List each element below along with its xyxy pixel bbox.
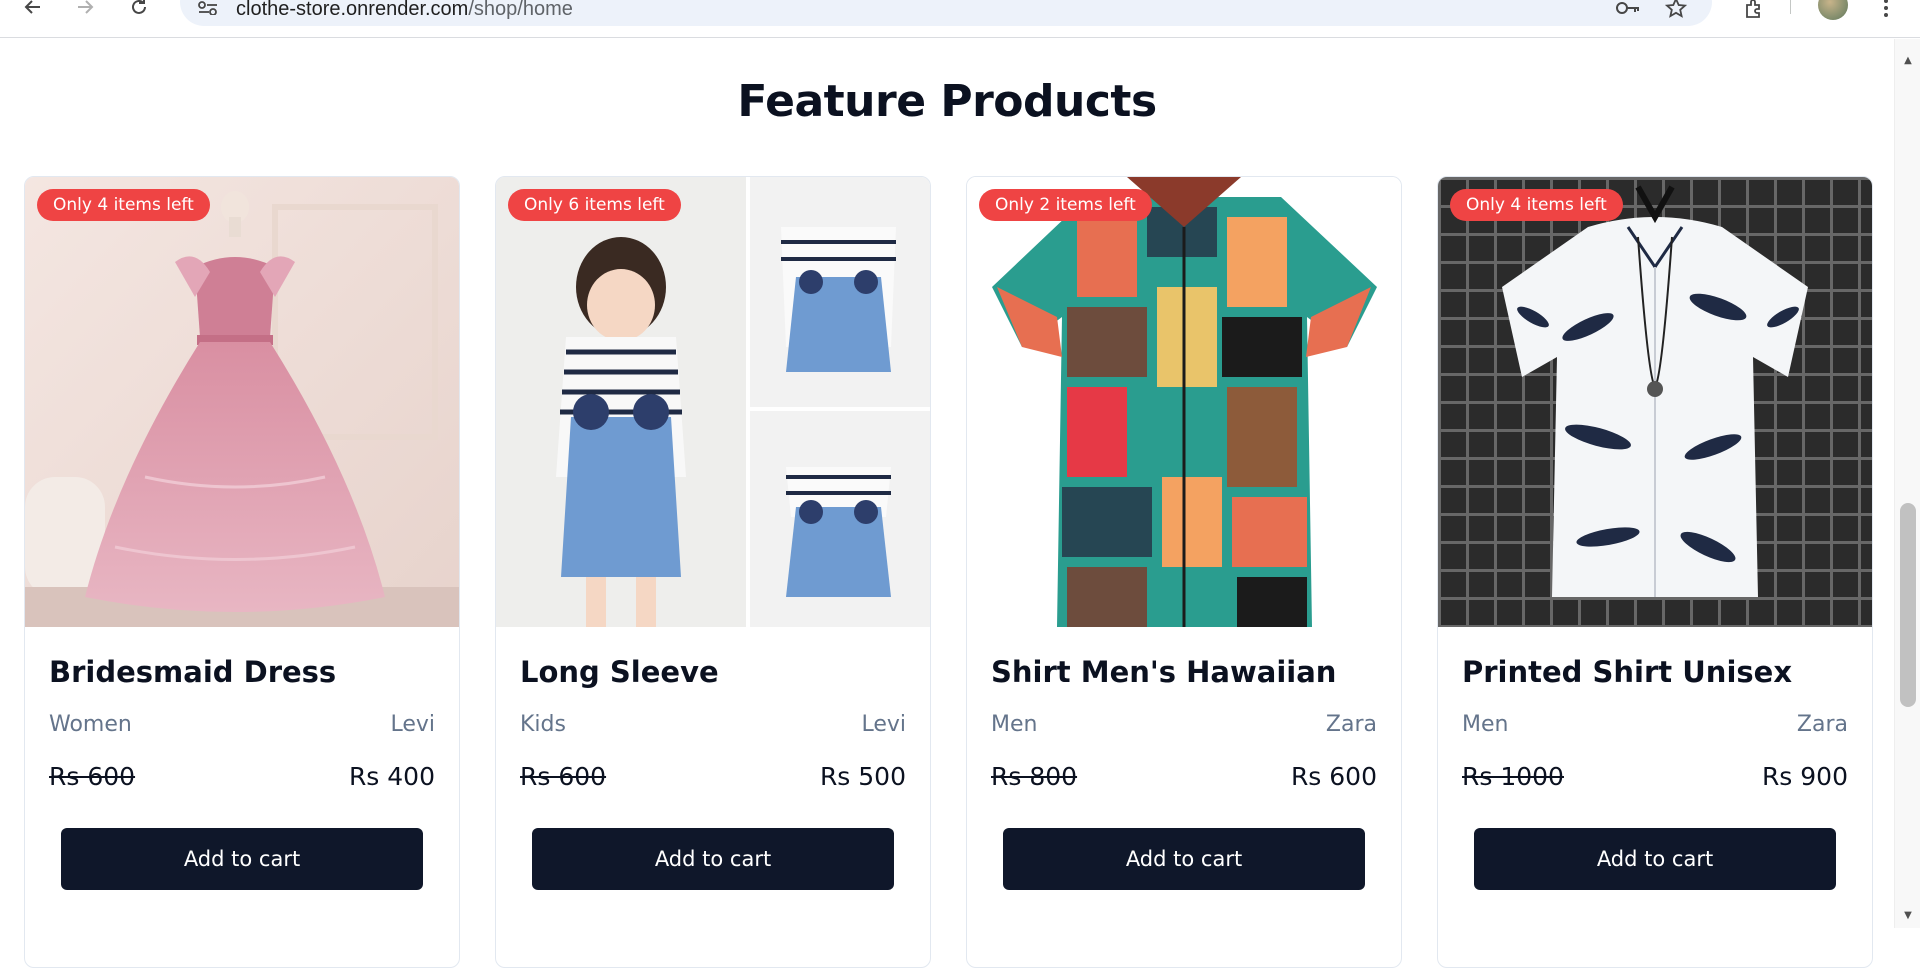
- profile-avatar[interactable]: [1818, 0, 1848, 20]
- add-to-cart-button[interactable]: Add to cart: [532, 828, 894, 890]
- page-scrollbar[interactable]: ▲ ▼: [1894, 39, 1920, 928]
- scrollbar-thumb[interactable]: [1900, 503, 1916, 707]
- back-arrow-icon[interactable]: [18, 0, 48, 22]
- product-brand: Levi: [861, 712, 906, 737]
- product-brand: Levi: [390, 712, 435, 737]
- product-brand: Zara: [1796, 712, 1848, 737]
- password-key-icon[interactable]: [1614, 0, 1642, 22]
- reload-icon[interactable]: [124, 0, 154, 22]
- product-category: Men: [1462, 712, 1509, 737]
- bookmark-star-icon[interactable]: [1662, 0, 1690, 22]
- original-price: Rs 600: [49, 762, 136, 791]
- product-image[interactable]: Only 6 items left: [496, 177, 930, 627]
- extensions-puzzle-icon[interactable]: [1740, 0, 1768, 22]
- product-card[interactable]: Only 4 items left Printed Shirt Unisex M…: [1437, 176, 1873, 968]
- forward-arrow-icon[interactable]: [70, 0, 100, 22]
- product-brand: Zara: [1325, 712, 1377, 737]
- scroll-up-arrow-icon[interactable]: ▲: [1895, 47, 1920, 73]
- add-to-cart-button[interactable]: Add to cart: [61, 828, 423, 890]
- product-card[interactable]: Only 2 items left Shirt Men's Hawaiian M…: [966, 176, 1402, 968]
- product-name: Long Sleeve: [520, 655, 719, 689]
- product-image[interactable]: Only 4 items left: [25, 177, 459, 627]
- product-name: Bridesmaid Dress: [49, 655, 337, 689]
- product-image[interactable]: Only 2 items left: [967, 177, 1401, 627]
- product-name: Printed Shirt Unisex: [1462, 655, 1793, 689]
- product-category: Kids: [520, 712, 566, 737]
- product-category: Men: [991, 712, 1038, 737]
- site-info-icon[interactable]: [198, 0, 218, 16]
- more-menu-icon[interactable]: [1872, 0, 1900, 22]
- product-card[interactable]: Only 4 items left Bridesmaid Dress Women…: [24, 176, 460, 968]
- browser-toolbar: clothe-store.onrender.com/shop/home: [0, 0, 1920, 38]
- stock-badge: Only 4 items left: [1450, 189, 1623, 221]
- address-bar[interactable]: clothe-store.onrender.com/shop/home: [180, 0, 1712, 26]
- page-content: Feature Products Only 4 items left Bride…: [0, 39, 1894, 968]
- stock-badge: Only 6 items left: [508, 189, 681, 221]
- product-card[interactable]: Only 6 items left Long Sleeve Kids Levi …: [495, 176, 931, 968]
- original-price: Rs 1000: [1462, 762, 1564, 791]
- section-title: Feature Products: [737, 76, 1157, 127]
- sale-price: Rs 500: [819, 762, 906, 791]
- sale-price: Rs 900: [1761, 762, 1848, 791]
- original-price: Rs 800: [991, 762, 1078, 791]
- stock-badge: Only 2 items left: [979, 189, 1152, 221]
- product-image[interactable]: Only 4 items left: [1438, 177, 1872, 627]
- original-price: Rs 600: [520, 762, 607, 791]
- add-to-cart-button[interactable]: Add to cart: [1474, 828, 1836, 890]
- sale-price: Rs 600: [1290, 762, 1377, 791]
- scroll-down-arrow-icon[interactable]: ▼: [1895, 902, 1920, 928]
- stock-badge: Only 4 items left: [37, 189, 210, 221]
- add-to-cart-button[interactable]: Add to cart: [1003, 828, 1365, 890]
- url-text: clothe-store.onrender.com/shop/home: [236, 0, 573, 20]
- product-name: Shirt Men's Hawaiian: [991, 655, 1337, 689]
- sale-price: Rs 400: [348, 762, 435, 791]
- product-category: Women: [49, 712, 132, 737]
- toolbar-divider: [1790, 0, 1791, 14]
